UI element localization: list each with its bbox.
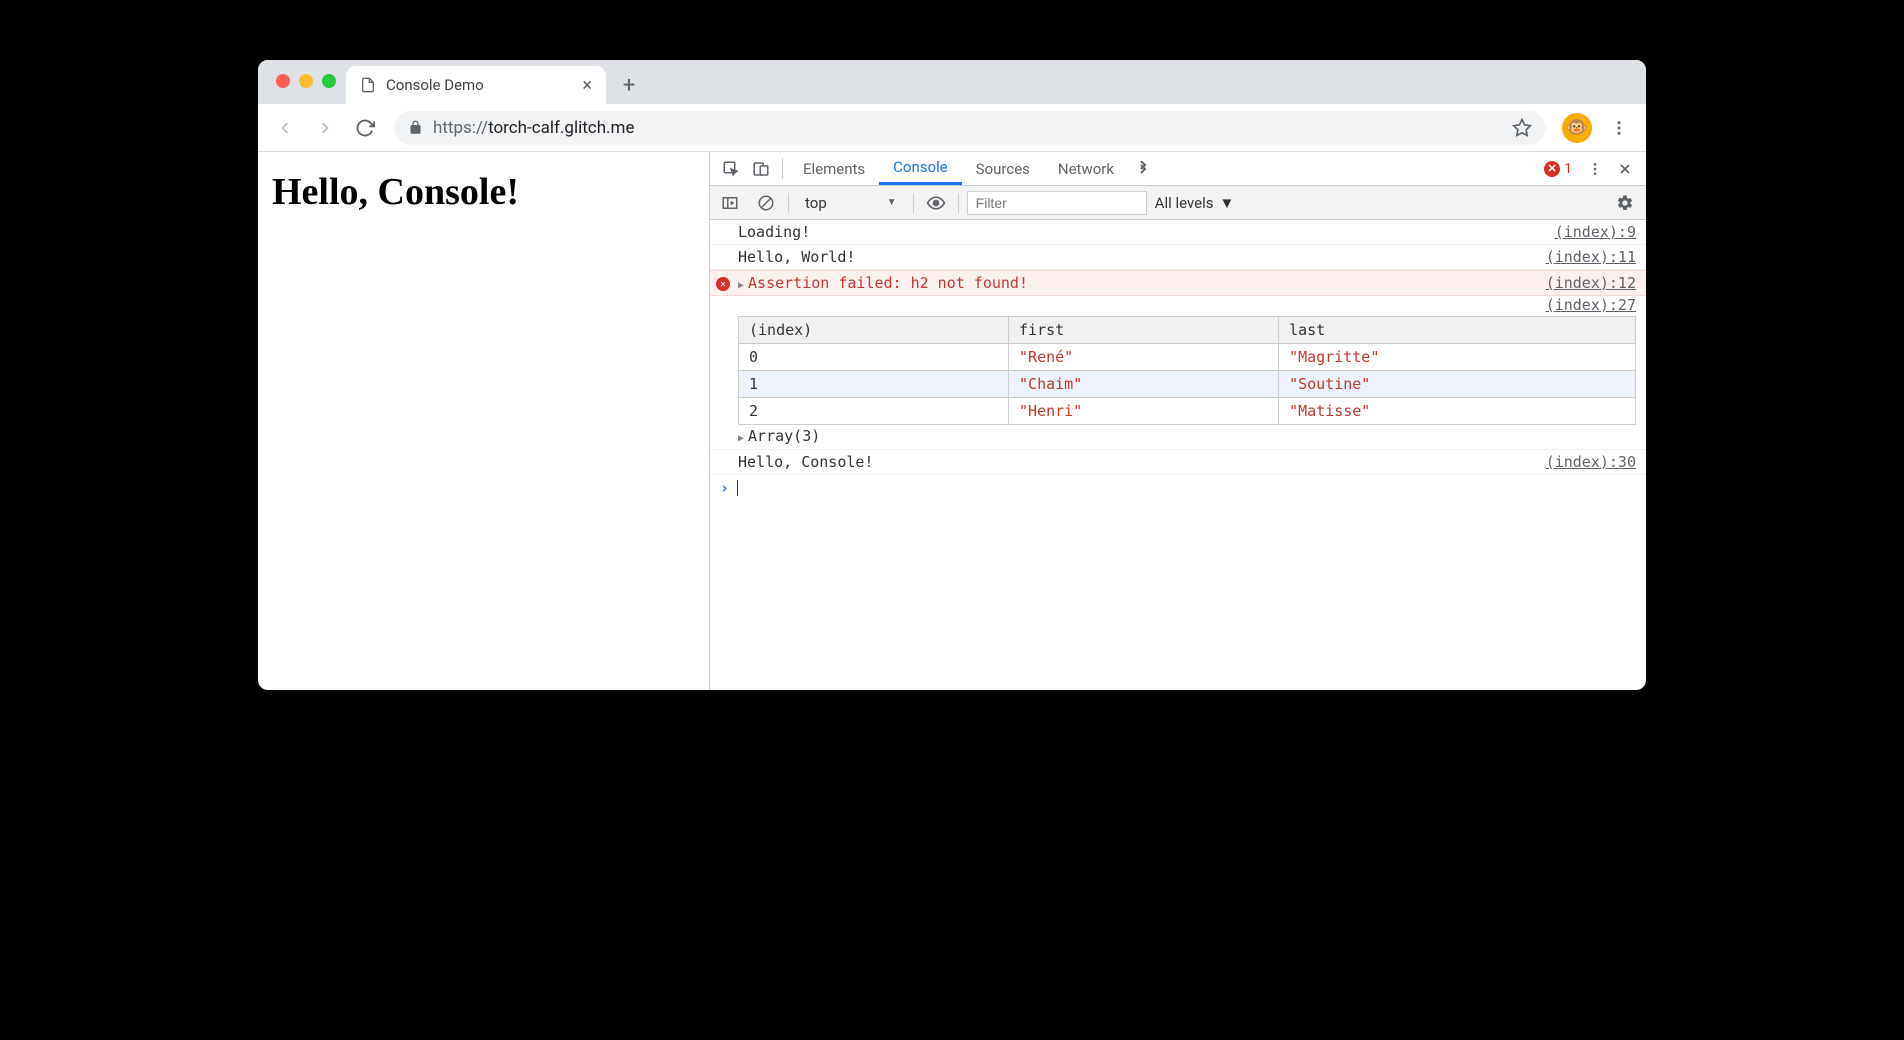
console-settings-icon[interactable]	[1616, 194, 1640, 212]
maximize-window-button[interactable]	[322, 74, 336, 88]
live-expression-icon[interactable]	[922, 190, 950, 216]
file-icon	[360, 77, 376, 93]
device-toolbar-icon[interactable]	[746, 152, 776, 185]
chevron-down-icon: ▼	[1219, 194, 1234, 212]
close-devtools-icon[interactable]	[1610, 152, 1640, 185]
address-bar-row: https://torch-calf.glitch.me 🐵	[258, 104, 1646, 152]
console-prompt[interactable]: ›	[710, 475, 1646, 501]
browser-tab[interactable]: Console Demo ×	[346, 66, 606, 104]
more-tabs-icon[interactable]	[1128, 152, 1158, 185]
forward-button[interactable]	[308, 111, 342, 145]
content-row: Hello, Console! Elements Console Sources…	[258, 152, 1646, 690]
log-row[interactable]: Hello, World! (index):11	[710, 245, 1646, 270]
bookmark-star-icon[interactable]	[1512, 118, 1532, 138]
chevron-down-icon: ▼	[887, 197, 897, 208]
table-header[interactable]: last	[1279, 317, 1636, 344]
inspect-element-icon[interactable]	[716, 152, 746, 185]
new-tab-button[interactable]: +	[614, 70, 644, 100]
window-controls	[276, 74, 336, 88]
tab-console[interactable]: Console	[879, 152, 962, 185]
source-link[interactable]: (index):9	[1545, 223, 1636, 241]
error-count-badge[interactable]: ✕ 1	[1536, 152, 1580, 185]
table-row[interactable]: 0 "René" "Magritte"	[739, 344, 1636, 371]
devtools-menu-icon[interactable]	[1580, 152, 1610, 185]
devtools-panel: Elements Console Sources Network ✕ 1	[710, 152, 1646, 690]
text-cursor	[737, 480, 738, 496]
table-header[interactable]: (index)	[739, 317, 1009, 344]
minimize-window-button[interactable]	[299, 74, 313, 88]
table-row[interactable]: 1 "Chaim" "Soutine"	[739, 371, 1636, 398]
toggle-sidebar-icon[interactable]	[716, 190, 744, 216]
source-link[interactable]: (index):12	[1536, 274, 1636, 292]
clear-console-icon[interactable]	[752, 190, 780, 216]
console-table-block: (index):27 (index) first last 0	[710, 296, 1646, 450]
console-toolbar: top ▼ All levels ▼	[710, 186, 1646, 220]
console-table: (index) first last 0 "René" "Magritte"	[738, 316, 1636, 425]
log-levels-selector[interactable]: All levels ▼	[1155, 194, 1235, 212]
close-tab-button[interactable]: ×	[582, 75, 592, 96]
address-bar[interactable]: https://torch-calf.glitch.me	[394, 111, 1546, 145]
table-row[interactable]: 2 "Henri" "Matisse"	[739, 398, 1636, 425]
substring-link[interactable]: (index):27	[1546, 296, 1636, 314]
close-window-button[interactable]	[276, 74, 290, 88]
table-header[interactable]: first	[1009, 317, 1279, 344]
lock-icon	[408, 120, 423, 135]
back-button[interactable]	[268, 111, 302, 145]
page-heading: Hello, Console!	[272, 170, 695, 214]
error-icon: ✕	[1544, 161, 1560, 177]
tab-sources[interactable]: Sources	[962, 152, 1044, 185]
titlebar: Console Demo × +	[258, 60, 1646, 104]
devtools-tabs: Elements Console Sources Network ✕ 1	[710, 152, 1646, 186]
tab-network[interactable]: Network	[1044, 152, 1128, 185]
browser-menu-button[interactable]	[1602, 119, 1636, 137]
disclosure-triangle-icon: ▶	[738, 433, 744, 444]
browser-window: Console Demo × + https://torch-calf.glit…	[258, 60, 1646, 690]
reload-button[interactable]	[348, 111, 382, 145]
profile-avatar[interactable]: 🐵	[1562, 113, 1592, 143]
source-link[interactable]: (index):11	[1536, 248, 1636, 266]
disclosure-triangle-icon[interactable]: ▶	[738, 280, 744, 291]
tab-elements[interactable]: Elements	[789, 152, 879, 185]
error-row[interactable]: ✕ ▶Assertion failed: h2 not found! (inde…	[710, 270, 1646, 296]
error-icon: ✕	[716, 277, 730, 291]
console-output: Loading! (index):9 Hello, World! (index)…	[710, 220, 1646, 690]
source-link[interactable]: (index):30	[1536, 453, 1636, 471]
context-selector[interactable]: top ▼	[797, 192, 905, 214]
filter-input[interactable]	[967, 191, 1147, 215]
url-text: https://torch-calf.glitch.me	[433, 118, 634, 138]
prompt-chevron-icon: ›	[720, 479, 729, 497]
tab-title: Console Demo	[386, 76, 572, 94]
log-row[interactable]: Hello, Console! (index):30	[710, 450, 1646, 475]
page-viewport: Hello, Console!	[258, 152, 710, 690]
log-row[interactable]: Loading! (index):9	[710, 220, 1646, 245]
array-summary[interactable]: ▶Array(3)	[738, 425, 1636, 445]
